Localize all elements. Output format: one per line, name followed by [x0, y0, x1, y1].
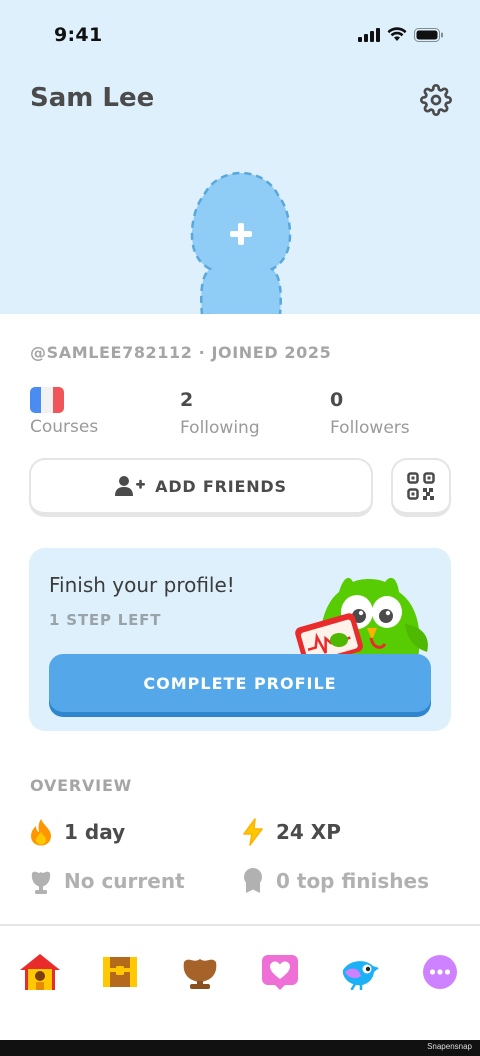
add-avatar-button[interactable]	[180, 165, 302, 314]
league-shield-icon	[183, 959, 217, 989]
complete-profile-label: COMPLETE PROFILE	[143, 673, 337, 693]
xp-text: 24 XP	[276, 820, 341, 844]
stat-value: 0	[330, 389, 344, 411]
card-subtitle: 1 STEP LEFT	[49, 611, 162, 629]
streak-text: 1 day	[64, 820, 126, 844]
owl-mascot-icon	[295, 577, 428, 664]
add-person-icon	[115, 476, 146, 496]
signal-icon	[358, 27, 380, 42]
tab-home[interactable]	[18, 950, 62, 994]
status-bar: 9:41	[0, 0, 480, 70]
tab-chest[interactable]	[98, 950, 142, 994]
stat-value: 2	[180, 389, 194, 411]
bottom-tab-bar	[0, 924, 480, 1040]
france-flag-icon	[30, 387, 64, 413]
watermark-text: Snapensnap	[427, 1042, 472, 1051]
profile-name: Sam Lee	[30, 83, 155, 113]
wifi-icon	[387, 27, 407, 41]
league-text: No current	[64, 869, 185, 893]
status-icons	[358, 27, 444, 42]
medal-icon	[244, 868, 262, 893]
stat-label: Courses	[30, 417, 99, 437]
qr-code-button[interactable]	[391, 458, 451, 517]
heart-icon	[262, 955, 298, 990]
lightning-icon	[243, 818, 263, 846]
overview-top-finishes: 0 top finishes	[242, 867, 429, 895]
complete-profile-button[interactable]: COMPLETE PROFILE	[49, 654, 431, 712]
settings-button[interactable]	[418, 82, 454, 118]
home-icon	[20, 954, 60, 990]
add-friends-label: ADD FRIENDS	[155, 476, 287, 496]
tab-more[interactable]	[418, 950, 462, 994]
tab-hearts[interactable]	[258, 950, 302, 994]
avatar-placeholder-icon	[190, 171, 292, 314]
add-friends-button[interactable]: ADD FRIENDS	[29, 458, 373, 517]
overview-streak: 1 day	[30, 818, 125, 846]
bottom-strip: Snapensnap	[0, 1040, 480, 1056]
top-finishes-text: 0 top finishes	[276, 869, 429, 893]
complete-profile-card: Finish your profile! 1 STEP LEFT COMPLET…	[29, 548, 451, 731]
stat-followers[interactable]: 0 Followers	[330, 386, 410, 438]
qr-code-icon	[407, 472, 435, 500]
overview-xp: 24 XP	[242, 818, 341, 846]
battery-icon	[414, 27, 443, 42]
overview-heading: OVERVIEW	[30, 776, 133, 795]
flame-icon	[31, 819, 51, 846]
stat-following[interactable]: 2 Following	[180, 386, 260, 438]
tab-characters[interactable]	[338, 950, 382, 994]
gear-icon	[420, 84, 452, 116]
card-title: Finish your profile!	[49, 573, 235, 597]
stat-courses[interactable]: Courses	[30, 386, 98, 437]
overview-league: No current	[30, 867, 185, 895]
status-time: 9:41	[54, 24, 103, 46]
profile-hero: 9:41 Sam Lee	[0, 0, 480, 314]
stat-label: Followers	[330, 418, 410, 438]
treasure-chest-icon	[103, 957, 137, 987]
username-joined-line: @SAMLEE782112 · JOINED 2025	[30, 343, 332, 362]
trophy-icon	[31, 871, 51, 894]
more-icon	[423, 955, 457, 989]
bird-character-icon	[342, 961, 379, 990]
tab-leagues[interactable]	[178, 950, 222, 994]
stat-label: Following	[180, 418, 260, 438]
